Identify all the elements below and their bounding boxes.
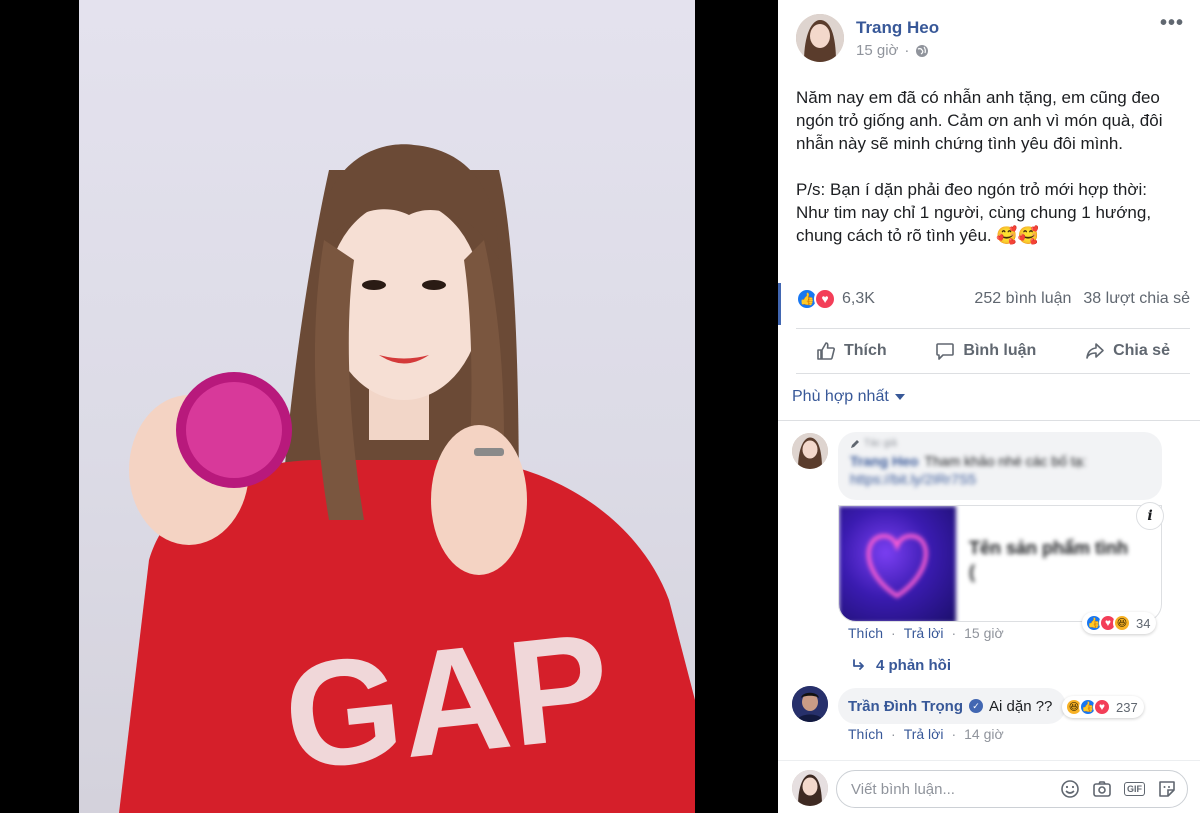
comment-reaction-count: 34 — [1136, 615, 1151, 631]
comment-meta: Thích · Trả lời · 14 giờ — [848, 726, 1004, 742]
comment-count-link[interactable]: 252 bình luận — [974, 290, 1071, 308]
comment-label: Bình luận — [963, 342, 1037, 359]
more-options-icon[interactable]: ••• — [1160, 13, 1184, 33]
comment-author-link[interactable]: Trần Đình Trọng — [848, 698, 963, 715]
author-badge: Tác giả — [850, 438, 1150, 449]
comment-reply-link[interactable]: Trả lời — [904, 726, 944, 742]
post-time-text: 15 giờ — [856, 42, 899, 59]
share-arrow-icon — [1086, 343, 1104, 359]
link-preview-card[interactable]: Tên sản phẩm tình ( — [838, 505, 1162, 622]
comment-sort-dropdown[interactable]: Phù hợp nhất — [792, 388, 905, 406]
dot-separator: · — [951, 726, 957, 742]
author-name-link[interactable]: Trang Heo — [856, 18, 939, 38]
comment-time[interactable]: 15 giờ — [964, 625, 1004, 641]
camera-icon[interactable] — [1092, 779, 1112, 799]
comment-time[interactable]: 14 giờ — [964, 726, 1004, 742]
dot-separator: · — [891, 625, 896, 641]
comment-bubble-icon — [936, 343, 955, 360]
comment-input-placeholder: Viết bình luận... — [851, 780, 955, 798]
love-reaction-icon: ♥ — [1093, 698, 1111, 716]
post-paragraph-1: Năm nay em đã có nhẫn anh tặng, em cũng … — [796, 88, 1163, 153]
comment-text: Tham khảo nhé các bố tạ: — [924, 453, 1087, 469]
post-header: Trang Heo 15 giờ · — [796, 14, 939, 62]
author-badge-label: Tác giả — [864, 438, 897, 449]
comment-like-link[interactable]: Thích — [848, 726, 883, 742]
globe-icon — [916, 44, 929, 57]
caret-down-icon — [894, 394, 905, 400]
comment-reactions[interactable]: 😆 👍 ♥ 237 — [1062, 696, 1144, 718]
reactions-summary: 👍 ♥ 6,3K 252 bình luận 38 lượt chia sẻ — [796, 288, 1190, 310]
share-label: Chia sẻ — [1113, 342, 1170, 359]
haha-reaction-icon: 😆 — [1113, 614, 1131, 632]
comment-text: Ai dặn ?? — [989, 697, 1053, 715]
comment-url-link[interactable]: https://bit.ly/2IRr7S5 — [850, 471, 1150, 487]
comment-like-link[interactable]: Thích — [848, 625, 883, 641]
post-side-panel: Trang Heo 15 giờ · ••• Năm nay em đã có … — [778, 0, 1200, 813]
post-paragraph-2: P/s: Bạn í dặn phải đeo ngón trỏ mới hợp… — [796, 180, 1152, 245]
reaction-count[interactable]: 6,3K — [842, 290, 875, 308]
comment-author-link[interactable]: Trang Heo — [850, 453, 918, 469]
reply-arrow-icon — [853, 658, 864, 670]
author-avatar[interactable] — [796, 14, 844, 62]
view-replies-link[interactable]: 4 phản hồi — [852, 657, 951, 674]
love-reaction-icon: ♥ — [814, 288, 836, 310]
like-label: Thích — [844, 342, 887, 359]
emoji-icon[interactable] — [1060, 779, 1080, 799]
post-action-bar: Thích Bình luận Chia sẻ — [796, 328, 1190, 374]
photo-illustration: GAP — [119, 144, 695, 813]
pencil-icon — [851, 439, 859, 448]
comment-button[interactable]: Bình luận — [935, 341, 1036, 361]
share-button[interactable]: Chia sẻ — [1085, 341, 1170, 361]
svg-text:GAP: GAP — [277, 600, 618, 801]
panel-edge-accent — [778, 283, 781, 325]
comment-bubble: Trần Đình Trọng ✓ Ai dặn ?? — [838, 688, 1067, 724]
dot-separator: · — [891, 726, 896, 742]
sort-label: Phù hợp nhất — [792, 388, 889, 405]
photo-viewer: GAP — [0, 0, 778, 813]
divider — [778, 760, 1200, 761]
comment-meta: Thích · Trả lời · 15 giờ — [848, 625, 1004, 641]
comment-input[interactable]: Viết bình luận... GIF — [836, 770, 1188, 808]
comment-avatar[interactable] — [792, 433, 828, 469]
comment-avatar[interactable] — [792, 686, 828, 722]
info-icon[interactable]: i — [1136, 502, 1164, 530]
dot-separator: · — [904, 42, 910, 59]
thumbs-up-icon — [817, 342, 835, 360]
comment-reply-link[interactable]: Trả lời — [904, 625, 944, 641]
divider — [778, 420, 1200, 421]
dot-separator: · — [951, 625, 957, 641]
replies-label: 4 phản hồi — [876, 657, 951, 674]
post-text: Năm nay em đã có nhẫn anh tặng, em cũng … — [796, 86, 1176, 247]
comment-bubble: Tác giả Trang Heo Tham khảo nhé các bố t… — [838, 432, 1162, 500]
link-preview-title: Tên sản phẩm tình ( — [969, 538, 1129, 582]
verified-badge-icon: ✓ — [969, 699, 983, 713]
gif-icon[interactable]: GIF — [1124, 782, 1145, 796]
viewer-avatar — [792, 770, 828, 806]
comment-reactions[interactable]: 👍 ♥ 😆 34 — [1082, 612, 1157, 634]
like-button[interactable]: Thích — [816, 341, 887, 361]
post-photo[interactable]: GAP — [79, 0, 695, 813]
post-timestamp[interactable]: 15 giờ · — [856, 42, 939, 59]
sticker-icon[interactable] — [1157, 779, 1177, 799]
comment-reaction-count: 237 — [1116, 699, 1138, 715]
link-preview-image — [839, 506, 956, 621]
reaction-icons[interactable]: 👍 ♥ — [796, 288, 836, 310]
share-count-link[interactable]: 38 lượt chia sẻ — [1083, 290, 1190, 308]
